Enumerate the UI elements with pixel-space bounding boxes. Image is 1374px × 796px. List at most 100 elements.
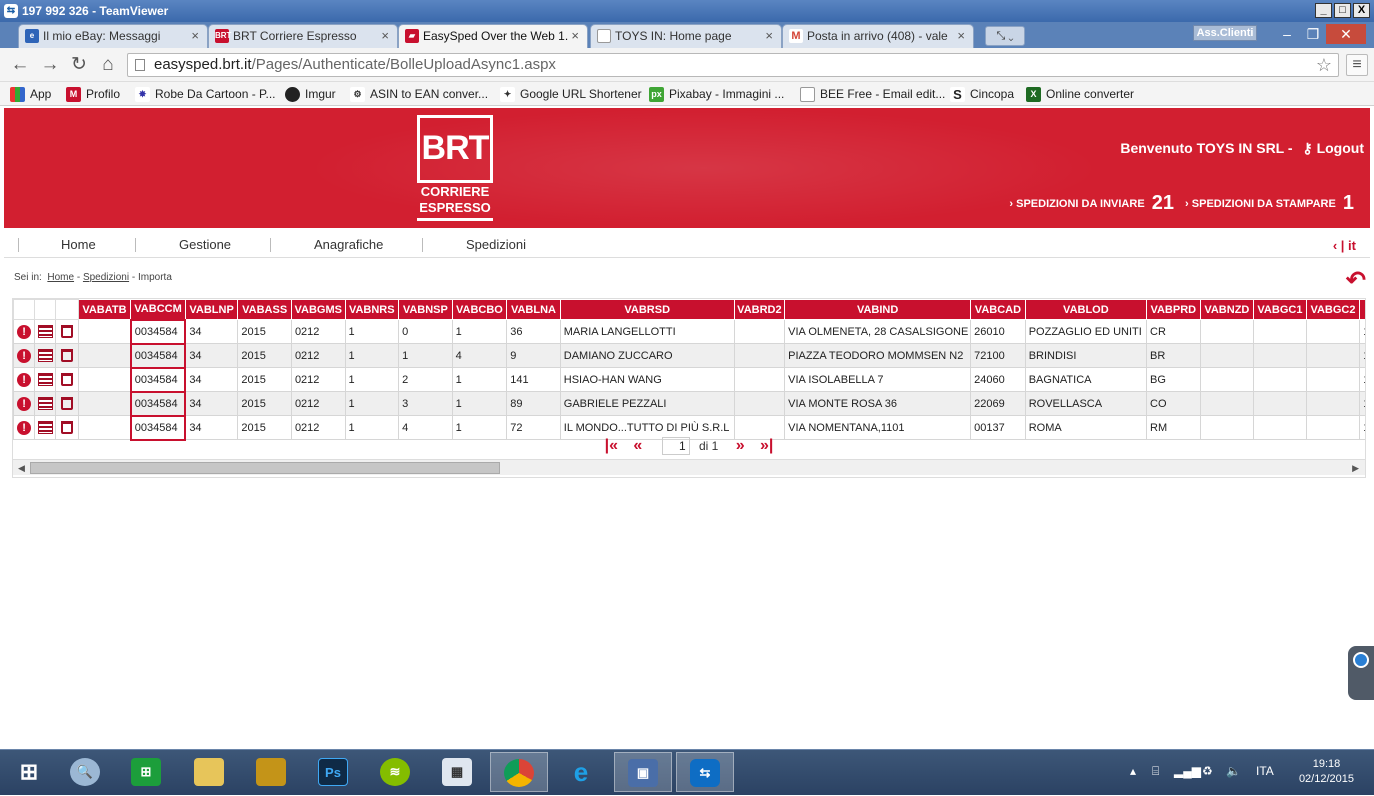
cell-va[interactable]: 100	[1359, 367, 1365, 392]
cell-vablna[interactable]: 141	[506, 367, 561, 392]
cell-vabgms[interactable]: 0212	[290, 343, 346, 368]
clock[interactable]: 19:18 02/12/2015	[1299, 757, 1354, 787]
cell-vabnsp[interactable]: 3	[398, 391, 453, 416]
cell-vabass[interactable]: 2015	[237, 319, 292, 344]
cell-vabprd[interactable]: CO	[1146, 391, 1201, 416]
cell-vabprd[interactable]: CR	[1146, 319, 1201, 344]
column-header-vablna[interactable]: VABLNA	[506, 299, 561, 320]
address-bar[interactable]: easysped.brt.it/Pages/Authenticate/Bolle…	[127, 53, 1339, 77]
close-tab-icon[interactable]: ×	[381, 25, 389, 47]
first-page-icon[interactable]: |«	[605, 437, 618, 455]
cell-vabnsp[interactable]: 4	[398, 415, 453, 440]
column-header-vabatb[interactable]: VABATB	[77, 299, 132, 320]
minimize-button[interactable]: _	[1315, 3, 1332, 18]
back-arrow-icon[interactable]: ↶	[1346, 266, 1366, 295]
cell-vabnsp[interactable]: 1	[398, 343, 453, 368]
column-header-vablnp[interactable]: VABLNP	[184, 299, 239, 320]
bookmark-bee-free[interactable]: BEE Free - Email edit...	[800, 85, 945, 103]
cell-vablnp[interactable]: 34	[184, 343, 239, 368]
taskbar-calculator[interactable]: ▦	[428, 752, 486, 792]
start-button[interactable]: ⊞	[0, 752, 58, 792]
cell-vabgc2[interactable]	[1305, 319, 1361, 344]
spedizioni-da-stampare-link[interactable]: SPEDIZIONI DA STAMPARE	[1192, 198, 1336, 210]
cell-vabnrs[interactable]: 1	[344, 319, 400, 344]
cell-vabrd2[interactable]	[733, 391, 786, 416]
cell-vabnrs[interactable]: 1	[344, 367, 400, 392]
delete-icon[interactable]	[61, 373, 74, 386]
cell-vabcad[interactable]: 00137	[970, 415, 1026, 440]
details-icon[interactable]	[37, 325, 53, 338]
signal-icon[interactable]: ▂▄▆	[1174, 764, 1201, 778]
next-page-icon[interactable]: »	[736, 437, 745, 455]
column-header-vabgc2[interactable]: VABGC2	[1305, 299, 1361, 320]
cell-vablnp[interactable]: 34	[184, 391, 239, 416]
cell-vabnsp[interactable]: 2	[398, 367, 453, 392]
cell-vabrsd[interactable]: HSIAO-HAN WANG	[559, 367, 735, 392]
page-input[interactable]: 1	[661, 437, 690, 455]
details-icon[interactable]	[37, 349, 53, 362]
cell-vabprd[interactable]: BR	[1146, 343, 1201, 368]
warning-icon[interactable]: !	[17, 420, 32, 435]
input-language[interactable]: ITA	[1256, 764, 1274, 778]
column-header-vabnzd[interactable]: VABNZD	[1199, 299, 1255, 320]
nav-anagrafiche[interactable]: Anagrafiche	[314, 232, 383, 258]
scroll-left-icon[interactable]: ◀	[18, 460, 25, 476]
nav-spedizioni[interactable]: Spedizioni	[466, 232, 526, 258]
taskbar-spotify[interactable]: ≋	[366, 752, 424, 792]
cell-vabprd[interactable]: BG	[1146, 367, 1201, 392]
bookmark-online-converter[interactable]: X Online converter	[1026, 85, 1134, 103]
cell-va[interactable]: 100	[1359, 415, 1365, 440]
cell-vabrsd[interactable]: DAMIANO ZUCCARO	[559, 343, 735, 368]
breadcrumb-spedizioni[interactable]: Spedizioni	[83, 272, 129, 283]
taskbar-remote-desktop[interactable]: ▣	[614, 752, 672, 792]
cell-vablod[interactable]: POZZAGLIO ED UNITI	[1024, 319, 1148, 344]
cell-vabccm[interactable]: 0034584	[129, 414, 187, 441]
close-tab-icon[interactable]: ×	[765, 25, 773, 47]
cell-vablna[interactable]: 72	[506, 415, 561, 440]
tab-toysin[interactable]: TOYS IN: Home page ×	[590, 24, 782, 48]
cell-vabprd[interactable]: RM	[1146, 415, 1201, 440]
cell-vabcad[interactable]: 24060	[970, 367, 1026, 392]
cell-vabcad[interactable]: 72100	[970, 343, 1026, 368]
cell-vabgms[interactable]: 0212	[290, 367, 346, 392]
cell-vabind[interactable]: VIA OLMENETA, 28 CASALSIGONE	[784, 319, 972, 344]
cell-vabnrs[interactable]: 1	[344, 343, 400, 368]
cell-vabnzd[interactable]	[1199, 391, 1255, 416]
cell-vabcad[interactable]: 26010	[970, 319, 1026, 344]
cell-vabgc2[interactable]	[1305, 391, 1361, 416]
column-header-vabass[interactable]: VABASS	[237, 299, 292, 320]
cell-vabgc2[interactable]	[1305, 367, 1361, 392]
table-row[interactable]: ! 0034584 34 2015 0212 1 4 1 72 IL MONDO...TUTTO …	[13, 414, 1365, 441]
taskbar-photoshop[interactable]: Ps	[304, 752, 362, 792]
cell-vabgms[interactable]: 0212	[290, 391, 346, 416]
cell-vabind[interactable]: VIA NOMENTANA,1101	[784, 415, 972, 440]
taskbar-store[interactable]: ⊞	[117, 752, 175, 792]
cell-vabind[interactable]: VIA ISOLABELLA 7	[784, 367, 972, 392]
bookmark-cincopa[interactable]: S Cincopa	[950, 85, 1014, 103]
cell-va[interactable]: 100	[1359, 391, 1365, 416]
column-header-vabcad[interactable]: VABCAD	[970, 299, 1026, 320]
column-header-vabgc1[interactable]: VABGC1	[1253, 299, 1307, 320]
cell-vablna[interactable]: 9	[506, 343, 561, 368]
bookmark-pixabay[interactable]: px Pixabay - Immagini ...	[649, 85, 784, 103]
close-tab-icon[interactable]: ×	[571, 25, 579, 47]
breadcrumb-home[interactable]: Home	[47, 272, 74, 283]
cell-vablnp[interactable]: 34	[184, 319, 239, 344]
back-icon[interactable]: ←	[8, 54, 32, 76]
details-icon[interactable]	[37, 373, 53, 386]
cell-vabrsd[interactable]: MARIA LANGELLOTTI	[559, 319, 735, 344]
cell-vabcbo[interactable]: 1	[451, 391, 508, 416]
cell-vabgms[interactable]: 0212	[290, 415, 346, 440]
cell-vabgc1[interactable]	[1253, 319, 1307, 344]
prev-page-icon[interactable]: «	[633, 437, 642, 455]
column-header-vabrd2[interactable]: VABRD2	[733, 299, 786, 320]
cell-vablna[interactable]: 36	[506, 319, 561, 344]
nav-gestione[interactable]: Gestione	[179, 232, 231, 258]
delete-icon[interactable]	[61, 325, 74, 338]
delete-icon[interactable]	[61, 397, 74, 410]
chevron-up-icon[interactable]: ▴	[1130, 764, 1136, 778]
bookmark-star-icon[interactable]: ☆	[1316, 54, 1332, 76]
cell-vablnp[interactable]: 34	[184, 367, 239, 392]
column-header-va[interactable]: VA	[1359, 299, 1365, 320]
cell-vabgc1[interactable]	[1253, 343, 1307, 368]
